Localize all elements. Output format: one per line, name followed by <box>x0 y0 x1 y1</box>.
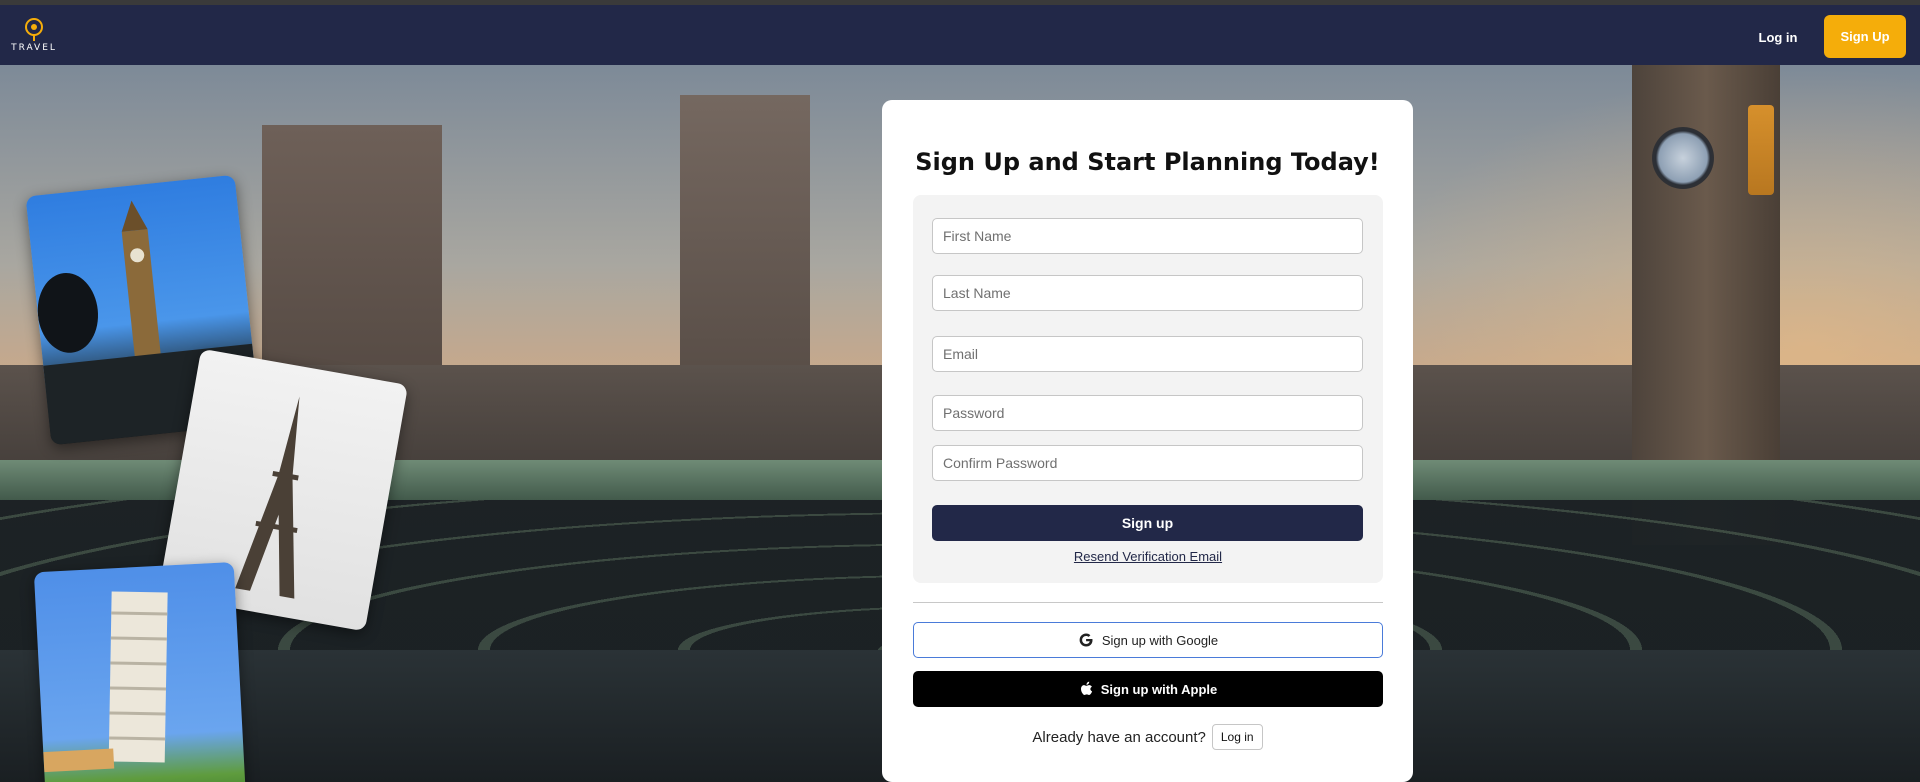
divider <box>913 602 1383 603</box>
google-signup-button[interactable]: Sign up with Google <box>913 622 1383 658</box>
google-icon <box>1079 633 1093 647</box>
signup-submit-button[interactable]: Sign up <box>932 505 1363 541</box>
signup-card: Sign Up and Start Planning Today! Sign u… <box>882 100 1413 782</box>
already-have-account-text: Already have an account? <box>1032 728 1206 746</box>
last-name-input[interactable] <box>932 275 1363 311</box>
nav-login-button[interactable]: Log in <box>1740 23 1816 51</box>
footer-login-button[interactable]: Log in <box>1211 724 1263 750</box>
apple-signup-label: Sign up with Apple <box>1100 681 1218 697</box>
login-prompt: Already have an account? Log in <box>882 724 1413 750</box>
email-input[interactable] <box>932 336 1363 372</box>
logo-text: TRAVEL <box>11 43 57 53</box>
confirm-password-input[interactable] <box>932 445 1363 481</box>
signup-form: Sign up Resend Verification Email <box>913 195 1383 583</box>
apple-signup-button[interactable]: Sign up with Apple <box>913 671 1383 707</box>
clock-face <box>1652 127 1714 189</box>
nav-signup-button[interactable]: Sign Up <box>1824 15 1906 58</box>
google-signup-label: Sign up with Google <box>1101 632 1219 648</box>
leaning-tower-of-pisa-photo <box>33 561 247 782</box>
travel-logo[interactable]: TRAVEL <box>10 17 58 57</box>
apple-icon <box>1080 681 1092 695</box>
pisa-tower-illustration <box>43 591 168 773</box>
first-name-input[interactable] <box>932 218 1363 254</box>
top-navbar: TRAVEL Log in Sign Up <box>0 5 1920 65</box>
password-input[interactable] <box>932 395 1363 431</box>
clock-face-side <box>1748 105 1774 195</box>
resend-verification-link[interactable]: Resend Verification Email <box>913 549 1383 564</box>
logo-pin-icon <box>25 18 43 41</box>
signup-title: Sign Up and Start Planning Today! <box>915 148 1380 176</box>
